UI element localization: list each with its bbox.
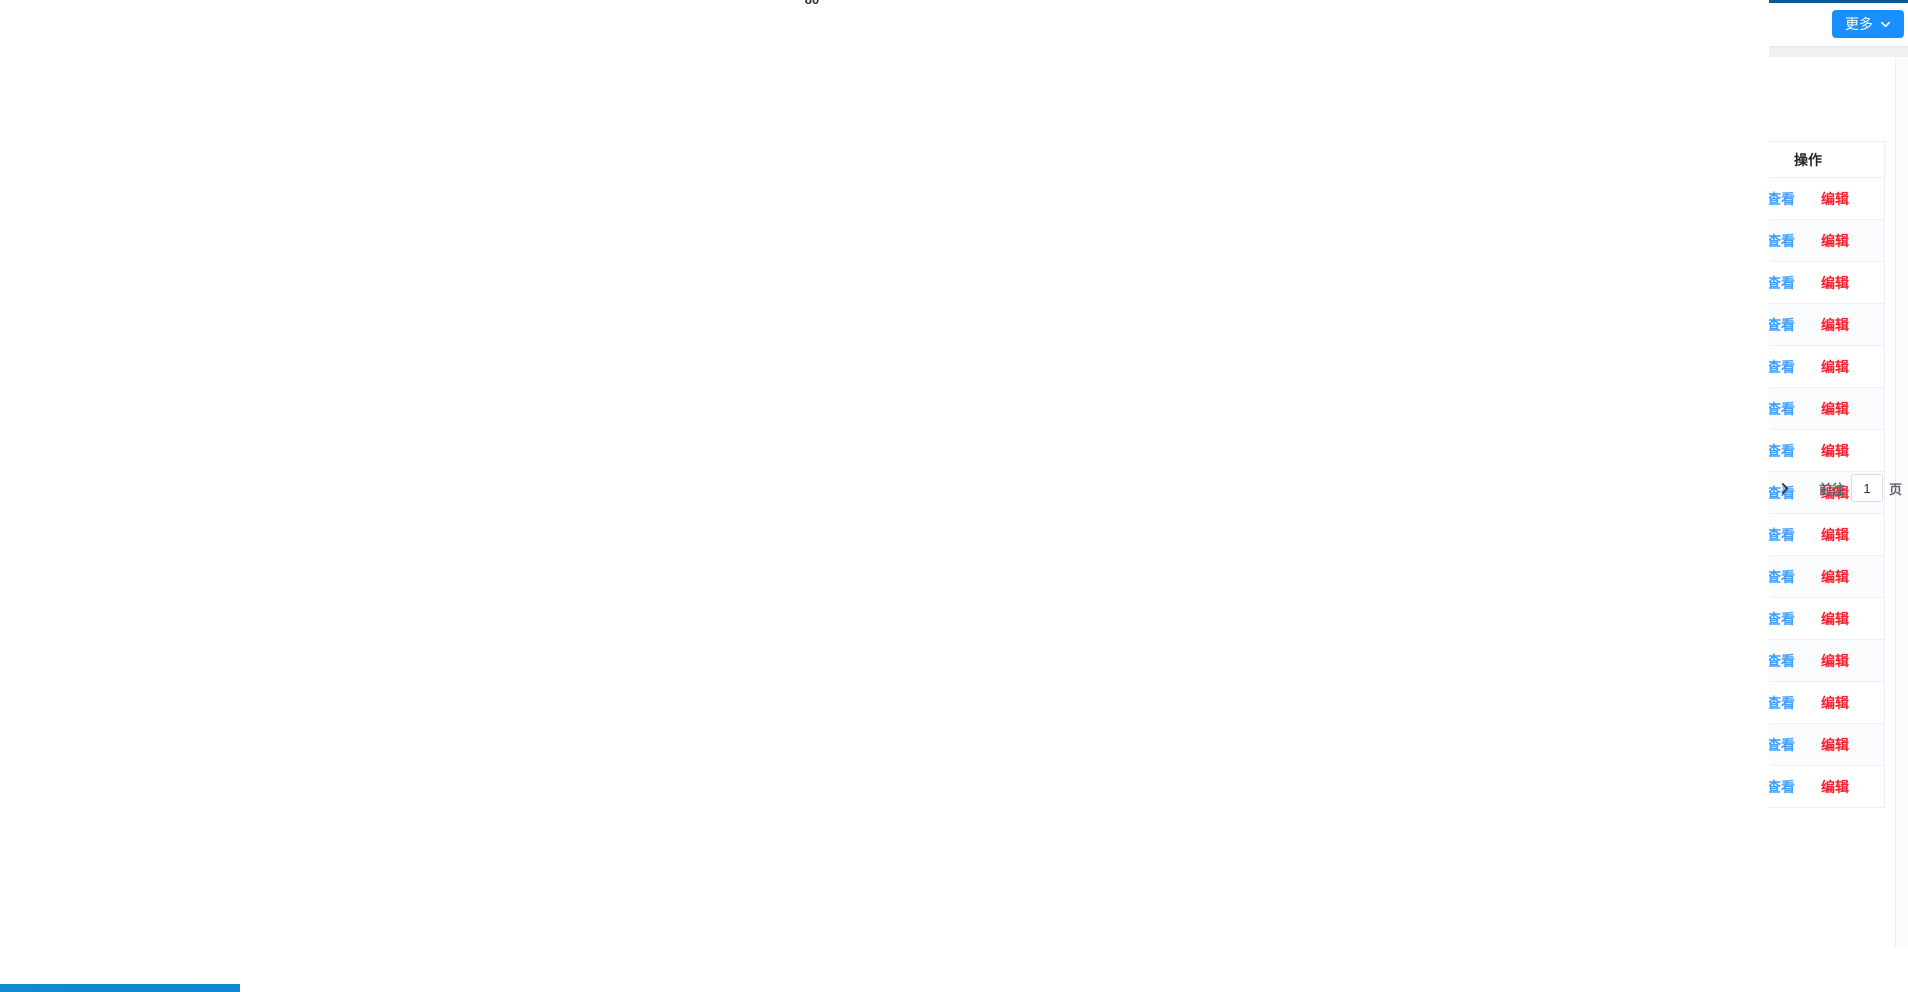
page-unit-label: 页 (1889, 479, 1902, 498)
next-page-button[interactable] (1773, 482, 1797, 495)
pagination: 共 1195 条 15条/页 123456···80 前往 页 (0, 0, 1902, 984)
page: 综合信息展示调查项目信息基础调查信息灾情速报信息速报信息查询速报信息统计切坡建房… (0, 0, 1908, 992)
goto-page-input[interactable] (1851, 474, 1883, 502)
content-panel: 市 全部 县 全部 乡 全部 (240, 57, 1908, 992)
page-number[interactable]: 80 (0, 0, 1769, 984)
page-list: 123456···80 (0, 0, 1769, 984)
goto-label: 前往 (1819, 479, 1845, 498)
main-area: 数据导入速报信息查询× 更多 市 全部 县 (240, 0, 1908, 992)
